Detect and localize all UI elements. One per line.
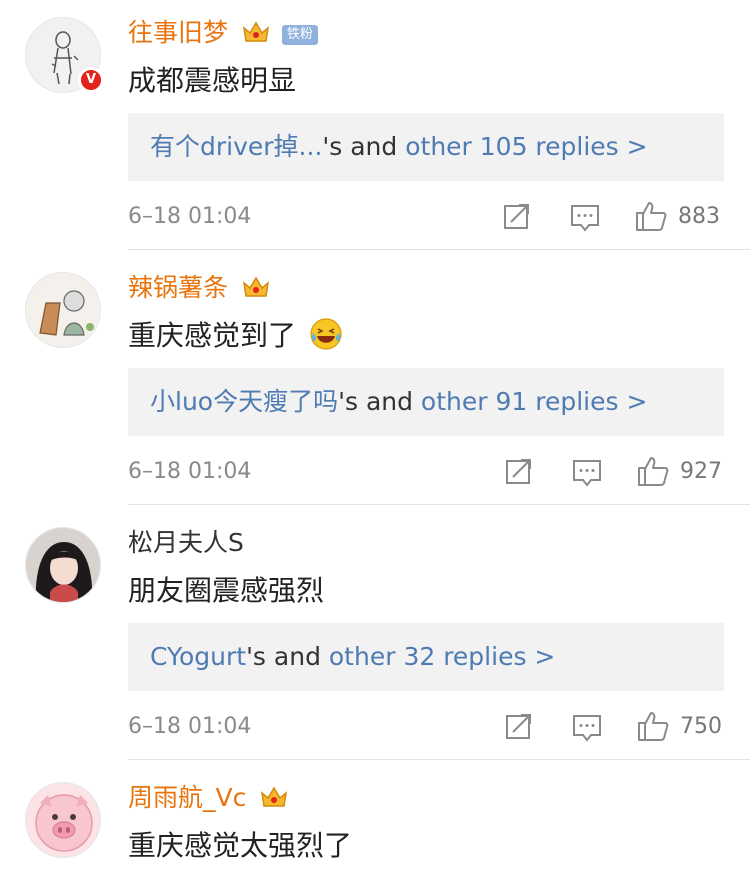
like-count: 927 [680,459,722,484]
comment-text: 朋友圈震感强烈 [128,574,325,607]
username[interactable]: 松月夫人S [128,527,244,559]
pig-avatar-image [35,794,93,852]
replies-preview[interactable]: CYogurt's and other 32 replies > [128,623,724,691]
like-icon[interactable] [636,454,670,488]
replies-preview[interactable]: 有个driver掉...'s and other 105 replies > [128,113,724,181]
comment-icon[interactable] [569,199,601,233]
comment-item: 辣锅薯条 重庆感觉到了 小luo今天瘦了吗's and other 91 rep… [0,255,750,510]
divider [128,249,750,250]
like-count: 750 [680,714,722,739]
username[interactable]: 往事旧梦 铁粉 [128,17,318,49]
fan-badge: 铁粉 [281,25,318,45]
username-text[interactable]: 周雨航_Vc [128,783,246,812]
comment-text: 重庆感觉太强烈了 [128,829,353,862]
comment-time: 6–18 01:04 [128,204,252,229]
like-count: 883 [678,204,720,229]
avatar[interactable] [25,527,101,603]
replies-connector: 's and [338,387,421,416]
username-text[interactable]: 松月夫人S [128,528,244,557]
comment-item: 周雨航_Vc 重庆感觉太强烈了 [0,765,750,880]
comment-icon[interactable] [571,709,603,743]
more-replies-link[interactable]: other 105 replies > [405,132,647,161]
replies-connector: 's and [246,642,329,671]
more-replies-link[interactable]: other 91 replies > [421,387,647,416]
verified-icon: V [78,67,104,93]
username[interactable]: 辣锅薯条 [128,272,270,304]
comment-text: 重庆感觉到了 [128,317,343,355]
comment-item: 松月夫人S 朋友圈震感强烈 CYogurt's and other 32 rep… [0,510,750,765]
username-text[interactable]: 往事旧梦 [128,18,228,47]
laughing-emoji-icon [310,318,342,350]
replies-preview[interactable]: 小luo今天瘦了吗's and other 91 replies > [128,368,724,436]
divider [128,504,750,505]
comment-text-content: 重庆感觉到了 [128,319,297,352]
first-replier-link[interactable]: CYogurt [150,642,246,671]
comment-text: 成都震感明显 [128,64,297,97]
replies-connector: 's and [322,132,406,161]
like-icon[interactable] [636,709,670,743]
username[interactable]: 周雨航_Vc [128,782,288,814]
crown-icon [242,276,270,297]
first-replier-link[interactable]: 有个driver掉... [150,132,322,161]
avatar[interactable] [25,782,101,858]
comment-icon[interactable] [571,454,603,488]
username-text[interactable]: 辣锅薯条 [128,273,228,302]
crown-icon [261,786,288,807]
first-replier-link[interactable]: 小luo今天瘦了吗 [150,387,338,416]
comment-item: V 往事旧梦 铁粉 成都震感明显 有个driver掉...'s and othe… [0,0,750,255]
comment-time: 6–18 01:04 [128,459,252,484]
portrait-avatar-image [26,528,100,602]
divider [128,759,750,760]
avatar[interactable] [25,272,101,348]
more-replies-link[interactable]: other 32 replies > [329,642,555,671]
share-icon[interactable] [504,709,534,743]
share-icon[interactable] [504,454,534,488]
cartoon-avatar-image [26,273,100,347]
like-icon[interactable] [634,199,668,233]
comment-time: 6–18 01:04 [128,714,252,739]
share-icon[interactable] [502,199,532,233]
crown-icon [242,21,270,42]
